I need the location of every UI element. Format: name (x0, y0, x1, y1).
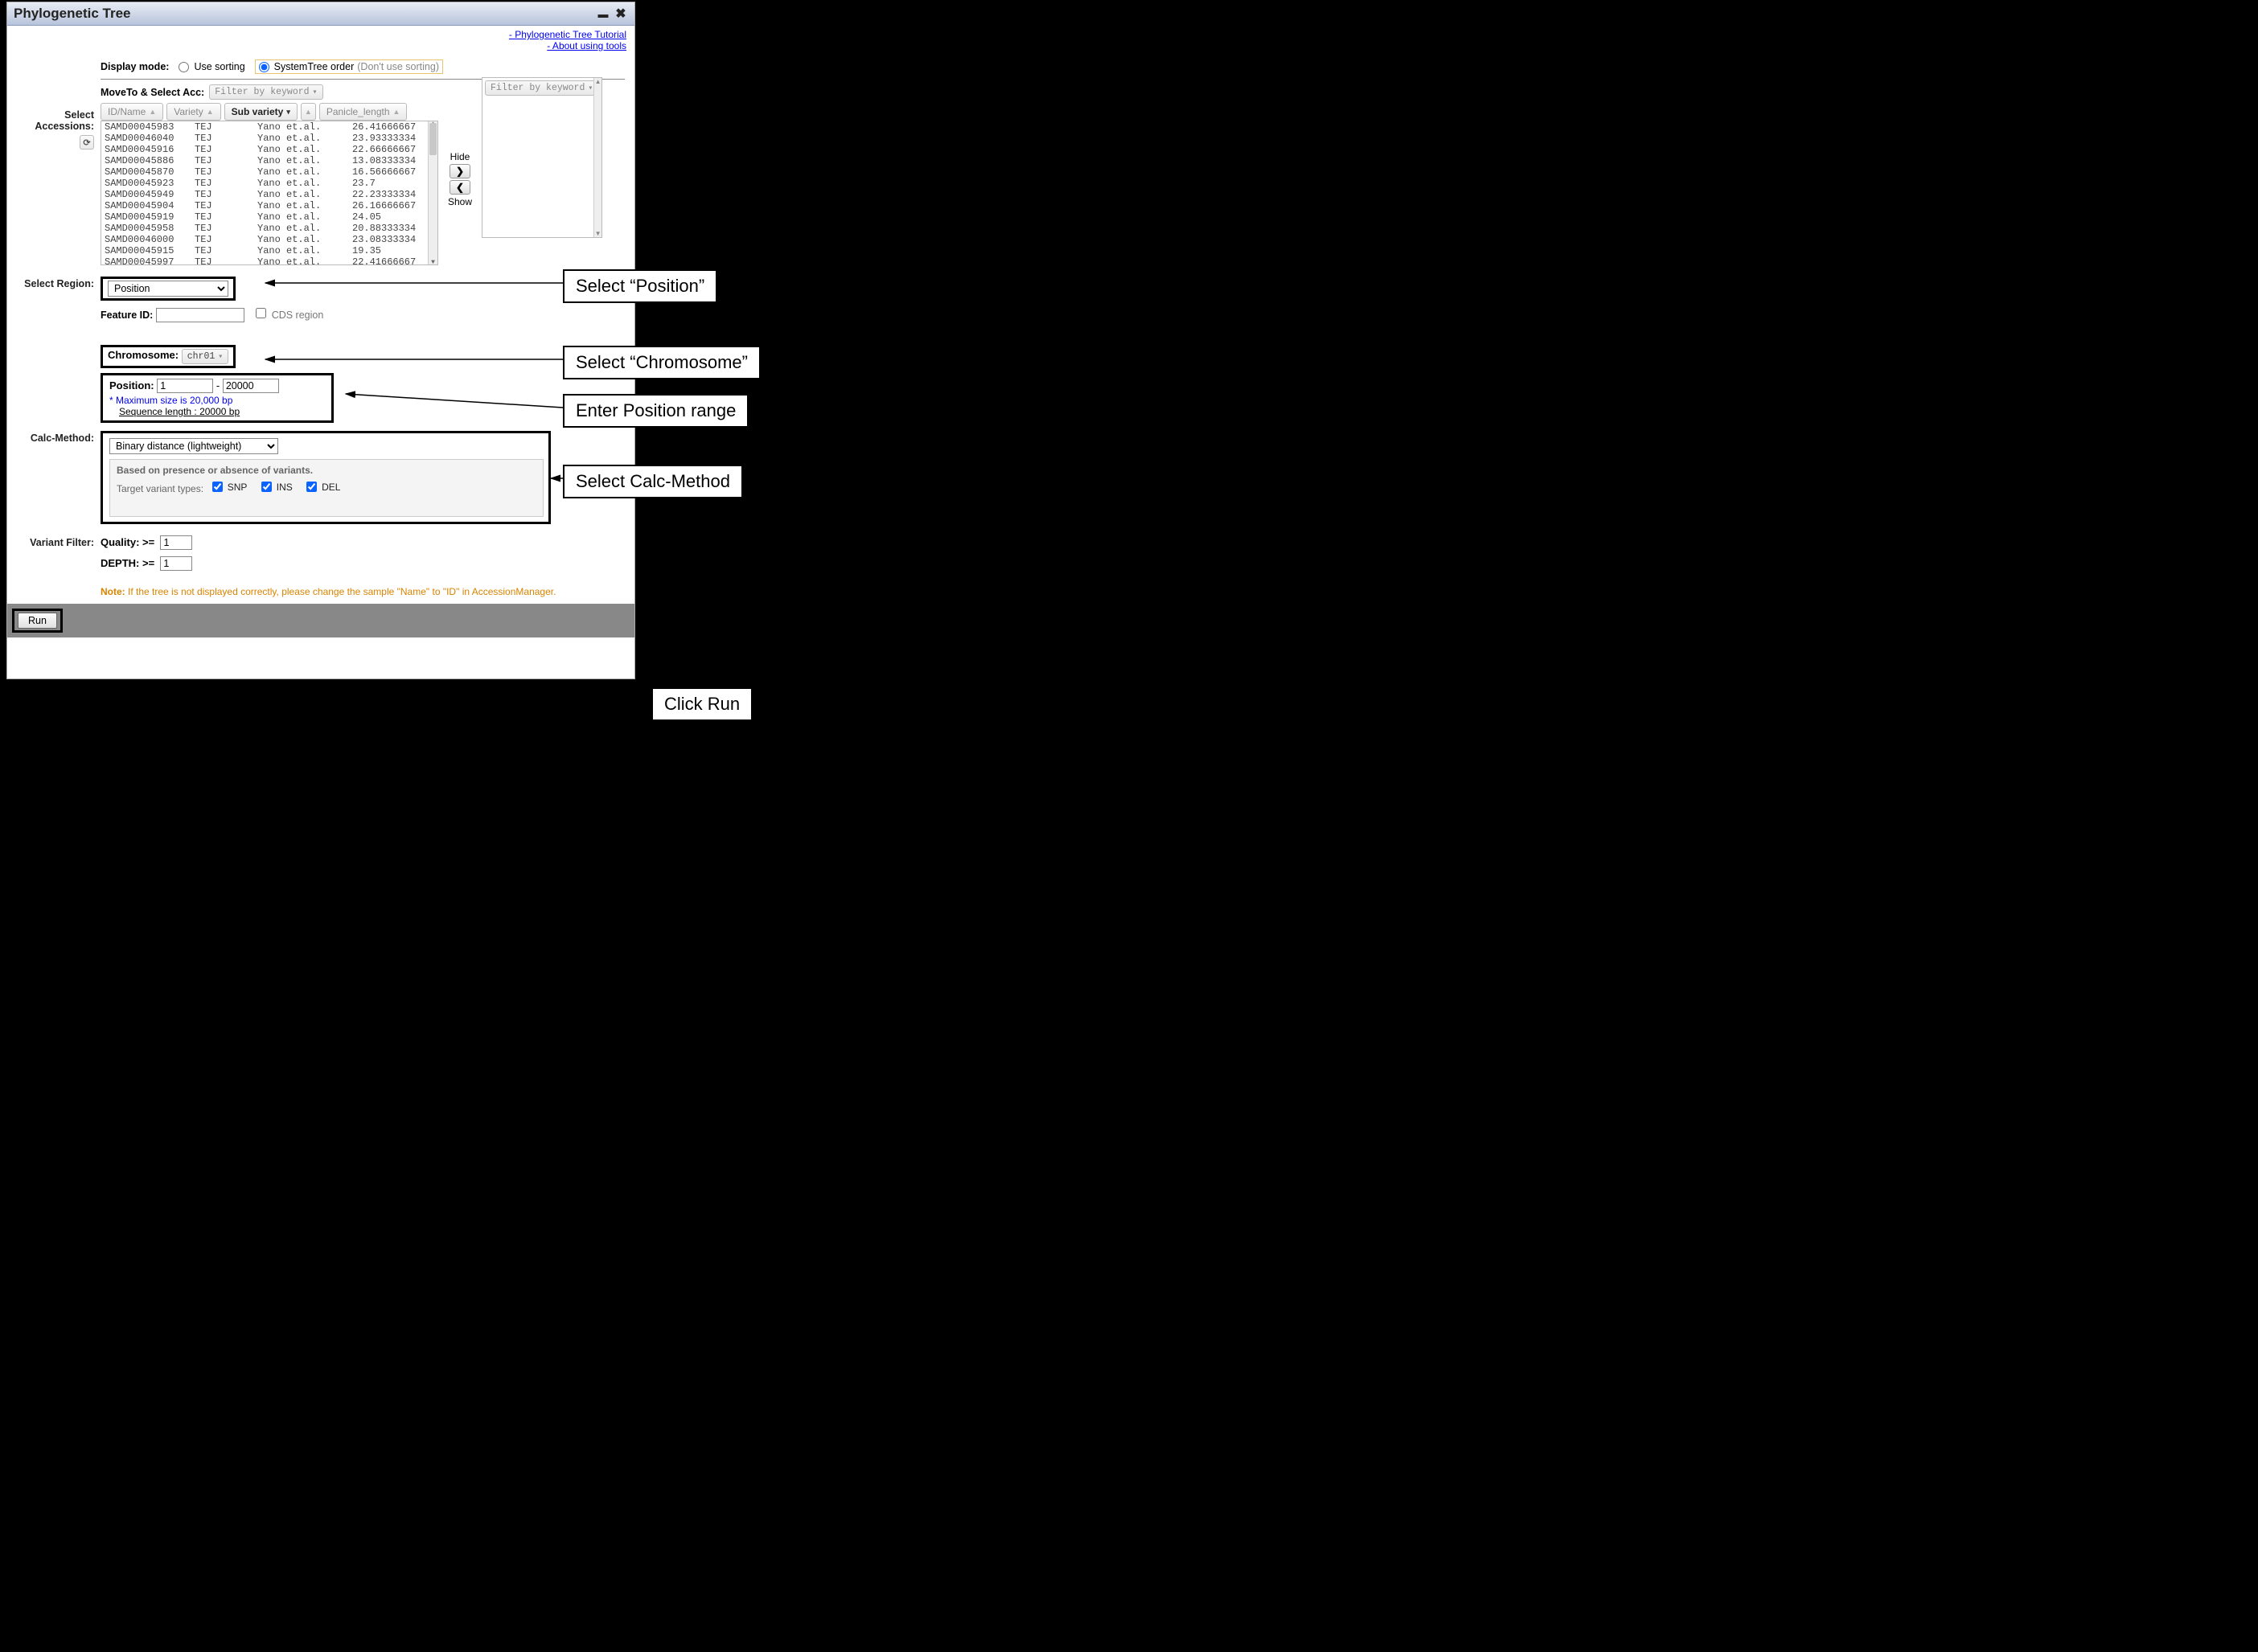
col-subvariety[interactable]: Sub variety ▾ (224, 103, 298, 121)
table-row[interactable]: SAMD00045997TEJYano et.al.22.41666667 (101, 256, 437, 265)
table-row[interactable]: SAMD00045919TEJYano et.al.24.05 (101, 211, 437, 223)
moveto-label: MoveTo & Select Acc: (101, 87, 204, 98)
chk-snp[interactable]: SNP (209, 479, 248, 494)
titlebar: Phylogenetic Tree ▬ ✖ (7, 2, 634, 26)
position-label: Position: (109, 379, 154, 391)
radio-use-sorting[interactable]: Use sorting (179, 61, 244, 72)
run-button[interactable]: Run (18, 613, 57, 629)
position-from-input[interactable] (157, 379, 213, 393)
chk-ins[interactable]: INS (258, 479, 293, 494)
position-highlight: Position: - * Maximum size is 20,000 bp … (101, 373, 334, 423)
scrollbar[interactable]: ▲ ▼ (428, 121, 437, 264)
show-label: Show (448, 196, 472, 207)
table-row[interactable]: SAMD00045983TEJYano et.al.26.41666667 (101, 121, 437, 133)
run-bar: Run (7, 604, 634, 637)
col-panicle[interactable]: Panicle_length ▲ (319, 103, 408, 121)
col-idname[interactable]: ID/Name ▲ (101, 103, 163, 121)
run-highlight: Run (12, 609, 63, 633)
chromosome-label: Chromosome: (108, 349, 179, 361)
position-to-input[interactable] (223, 379, 279, 393)
region-select[interactable]: Position (108, 281, 228, 297)
refresh-icon[interactable]: ⟳ (80, 135, 94, 150)
right-filter[interactable]: Filter by keyword (485, 80, 599, 96)
table-row[interactable]: SAMD00045916TEJYano et.al.22.66666667 (101, 144, 437, 155)
titlebar-controls: ▬ ✖ (596, 6, 628, 21)
col-sort-extra[interactable]: ▲ (301, 103, 316, 121)
calc-method-label: Calc-Method: (17, 431, 101, 444)
callout-run: Click Run (651, 687, 753, 721)
table-row[interactable]: SAMD00046040TEJYano et.al.23.93333334 (101, 133, 437, 144)
right-scrollbar[interactable]: ▲▼ (593, 78, 601, 237)
window-title: Phylogenetic Tree (14, 6, 131, 22)
accessions-list[interactable]: SAMD00045983TEJYano et.al.26.41666667SAM… (101, 121, 438, 265)
hide-button[interactable]: ❯ (450, 164, 470, 178)
scroll-thumb[interactable] (429, 123, 437, 155)
radio-systemtree-order[interactable]: SystemTree order(Don't use sorting) (255, 59, 443, 74)
table-row[interactable]: SAMD00045886TEJYano et.al.13.08333334 (101, 155, 437, 166)
chk-del[interactable]: DEL (303, 479, 340, 494)
cds-region-checkbox[interactable]: CDS region (252, 309, 323, 321)
target-variant-label: Target variant types: (117, 483, 203, 494)
callout-calc: Select Calc-Method (563, 465, 743, 498)
about-link[interactable]: - About using tools (547, 40, 626, 51)
callout-position: Select “Position” (563, 269, 717, 303)
depth-input[interactable] (160, 556, 192, 571)
minimize-icon[interactable]: ▬ (596, 6, 610, 21)
hide-show-controls: Hide ❯ ❮ Show (448, 151, 472, 207)
close-icon[interactable]: ✖ (614, 6, 628, 21)
table-row[interactable]: SAMD00045915TEJYano et.al.19.35 (101, 245, 437, 256)
display-mode-bar: Display mode: Use sorting SystemTree ord… (101, 58, 625, 80)
help-links: - Phylogenetic Tree Tutorial - About usi… (7, 26, 634, 51)
position-note: * Maximum size is 20,000 bp (109, 395, 325, 406)
callout-chromosome: Select “Chromosome” (563, 346, 761, 379)
feature-id-label: Feature ID: (101, 309, 153, 321)
quality-label: Quality: >= (101, 536, 154, 548)
note-text: Note: If the tree is not displayed corre… (101, 586, 556, 597)
quality-input[interactable] (160, 535, 192, 550)
tutorial-link[interactable]: - Phylogenetic Tree Tutorial (509, 29, 626, 40)
table-row[interactable]: SAMD00045870TEJYano et.al.16.56666667 (101, 166, 437, 178)
chromosome-highlight: Chromosome: chr01 (101, 345, 236, 368)
hidden-accessions-list[interactable]: Filter by keyword ▲▼ (482, 77, 602, 238)
table-row[interactable]: SAMD00045949TEJYano et.al.22.23333334 (101, 189, 437, 200)
accessions-label: Select Accessions: ⟳ (17, 58, 101, 150)
display-mode-label: Display mode: (101, 61, 169, 72)
calc-method-desc-box: Based on presence or absence of variants… (109, 459, 544, 517)
depth-label: DEPTH: >= (101, 557, 154, 569)
col-variety[interactable]: Variety ▲ (166, 103, 220, 121)
table-row[interactable]: SAMD00045958TEJYano et.al.20.88333334 (101, 223, 437, 234)
variant-filter-label: Variant Filter: (17, 535, 101, 548)
select-region-highlight: Position (101, 277, 236, 301)
calc-method-highlight: Binary distance (lightweight) Based on p… (101, 431, 551, 524)
table-row[interactable]: SAMD00045904TEJYano et.al.26.16666667 (101, 200, 437, 211)
calc-desc: Based on presence or absence of variants… (117, 465, 536, 476)
callout-range: Enter Position range (563, 394, 749, 428)
select-region-label: Select Region: (17, 277, 101, 289)
chromosome-select[interactable]: chr01 (182, 349, 229, 364)
scroll-down-icon[interactable]: ▼ (429, 258, 437, 265)
moveto-filter[interactable]: Filter by keyword (209, 84, 322, 100)
sequence-length: Sequence length : 20000 bp (119, 406, 325, 417)
table-row[interactable]: SAMD00045923TEJYano et.al.23.7 (101, 178, 437, 189)
column-headers: ID/Name ▲ Variety ▲ Sub variety ▾ ▲ Pani… (101, 103, 438, 121)
show-button[interactable]: ❮ (450, 180, 470, 195)
feature-id-input[interactable] (156, 308, 244, 322)
calc-method-select[interactable]: Binary distance (lightweight) (109, 438, 278, 454)
table-row[interactable]: SAMD00046000TEJYano et.al.23.08333334 (101, 234, 437, 245)
hide-label: Hide (450, 151, 470, 162)
phylo-tree-window: Phylogenetic Tree ▬ ✖ - Phylogenetic Tre… (6, 2, 635, 679)
